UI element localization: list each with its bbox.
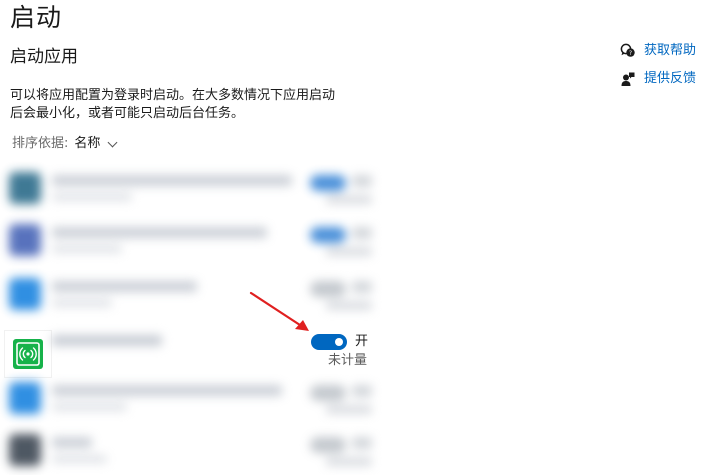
app-icon (9, 278, 41, 310)
toggle-switch[interactable] (310, 227, 346, 243)
app-icon (9, 172, 41, 204)
svg-text:?: ? (629, 50, 632, 57)
section-title: 启动应用 (10, 47, 78, 67)
description-line: 后会最小化，或者可能只启动后台任务。 (10, 106, 245, 121)
help-chat-icon: ? (620, 43, 635, 57)
toggle-switch[interactable] (310, 437, 346, 453)
startup-toggle-switch[interactable] (311, 334, 347, 350)
get-help-link[interactable]: ? 获取帮助 (620, 41, 716, 61)
toggle-switch[interactable] (310, 281, 346, 297)
toggle-state-label: 开 (355, 334, 369, 349)
list-item[interactable] (0, 269, 390, 317)
toggle-switch[interactable] (310, 385, 346, 401)
app-icon (9, 382, 41, 414)
app-icon (9, 434, 41, 466)
app-icon (5, 331, 51, 377)
section-description: 可以将应用配置为登录时启动。在大多数情况下应用启动 后会最小化，或者可能只启动后… (10, 87, 390, 123)
toggle-knob (335, 338, 343, 346)
description-line: 可以将应用配置为登录时启动。在大多数情况下应用启动 (10, 88, 336, 103)
sort-label: 排序依据: (12, 136, 69, 151)
give-feedback-link[interactable]: 提供反馈 (620, 69, 716, 89)
settings-startup-page: 启动 启动应用 可以将应用配置为登录时启动。在大多数情况下应用启动 后会最小化，… (0, 0, 720, 475)
list-item[interactable] (0, 373, 390, 421)
startup-app-list: 开 未计量 (0, 159, 390, 475)
list-item[interactable]: 开 未计量 (0, 323, 390, 377)
toggle-switch[interactable] (310, 175, 346, 191)
help-links: ? 获取帮助 提供反馈 (620, 41, 716, 97)
feedback-person-icon (621, 72, 635, 86)
give-feedback-label: 提供反馈 (644, 71, 697, 86)
page-title: 启动 (10, 3, 63, 32)
startup-impact-label: 未计量 (328, 353, 368, 368)
sort-dropdown[interactable]: 排序依据: 名称 (12, 135, 118, 153)
list-item[interactable] (0, 163, 390, 211)
chevron-down-icon (107, 137, 118, 147)
wifi-signal-app-icon (13, 339, 43, 369)
sort-value: 名称 (74, 136, 101, 151)
get-help-label: 获取帮助 (644, 43, 697, 58)
list-item[interactable] (0, 425, 390, 473)
app-icon (9, 224, 41, 256)
list-item[interactable] (0, 215, 390, 263)
